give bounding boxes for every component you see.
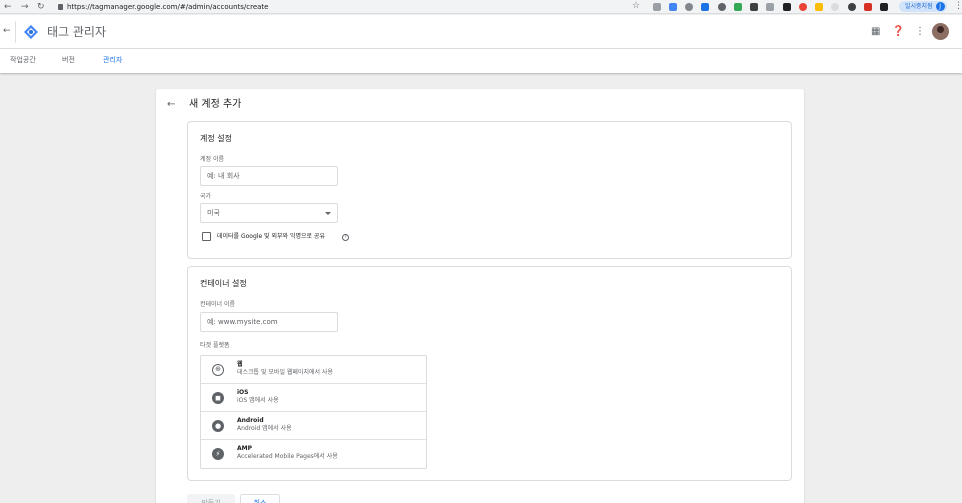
extension-icon[interactable]: [718, 3, 726, 11]
section-title: 계정 설정: [200, 134, 232, 143]
globe-icon: ⊕: [212, 364, 224, 376]
platform-desc: 데스크톱 및 모바일 웹페이지에서 사용: [237, 369, 333, 376]
ios-icon: ◼: [212, 392, 224, 404]
extension-icon[interactable]: [815, 3, 823, 11]
back-arrow-icon[interactable]: ←: [3, 26, 11, 36]
create-button[interactable]: 만들기: [187, 494, 235, 503]
country-select[interactable]: 미국: [200, 203, 338, 223]
tab-versions[interactable]: 버전: [62, 55, 75, 66]
section-title: 컨테이너 설정: [200, 279, 247, 288]
avatar[interactable]: [932, 23, 949, 40]
container-settings-section: 컨테이너 설정 컨테이너 이름 예: www.mysite.com 타겟 플랫폼…: [187, 266, 792, 481]
platform-option-android[interactable]: ● Android Android 앱에서 사용: [201, 412, 426, 440]
page-title: 새 계정 추가: [189, 99, 242, 110]
platform-desc: Android 앱에서 사용: [237, 425, 292, 432]
nav-tabs: 작업공간 버전 관리자: [0, 49, 962, 73]
target-platform-label: 타겟 플랫폼: [200, 342, 230, 349]
bookmark-star-icon[interactable]: ☆: [632, 0, 640, 13]
browser-menu-icon[interactable]: ⋮: [954, 0, 962, 13]
browser-back-icon[interactable]: ←: [4, 1, 12, 13]
app-title: 태그 관리자: [47, 25, 107, 39]
share-data-label: 데이터를 Google 및 외부와 익명으로 공유: [217, 233, 325, 240]
extension-icon[interactable]: [831, 3, 839, 11]
amp-icon: ⚡: [212, 448, 224, 460]
reload-icon[interactable]: ↻: [37, 1, 45, 13]
container-name-placeholder: 예: www.mysite.com: [207, 318, 278, 326]
country-label: 국가: [200, 193, 212, 200]
tab-workspace[interactable]: 작업공간: [10, 55, 36, 66]
url-text: https://tagmanager.google.com/#/admin/ac…: [67, 3, 269, 11]
app-header: ← 태그 관리자 ▦ ❓ ⋮: [0, 15, 962, 49]
address-bar[interactable]: https://tagmanager.google.com/#/admin/ac…: [54, 1, 644, 13]
chevron-down-icon: [325, 212, 331, 215]
container-name-label: 컨테이너 이름: [200, 301, 236, 308]
tab-admin[interactable]: 관리자: [103, 55, 122, 66]
extension-icon[interactable]: [701, 3, 709, 11]
extension-icon[interactable]: [750, 3, 758, 11]
extension-icon[interactable]: [880, 3, 888, 11]
browser-toolbar: ← → ↻ https://tagmanager.google.com/#/ad…: [0, 0, 962, 14]
extension-icon[interactable]: [685, 3, 693, 11]
account-name-input[interactable]: 예: 내 회사: [200, 166, 338, 186]
android-icon: ●: [212, 420, 224, 432]
browser-forward-icon[interactable]: →: [21, 1, 29, 13]
account-name-label: 계정 이름: [200, 156, 224, 163]
extension-icon[interactable]: [848, 3, 856, 11]
account-settings-section: 계정 설정 계정 이름 예: 내 회사 국가 미국 데이터를 Google 및 …: [187, 121, 792, 259]
platform-name: Android: [237, 417, 264, 424]
platform-desc: iOS 앱에서 사용: [237, 397, 279, 404]
create-account-card: ← 새 계정 추가 계정 설정 계정 이름 예: 내 회사 국가 미국 데이터를…: [156, 89, 804, 503]
extension-icon[interactable]: [653, 3, 661, 11]
extension-icon[interactable]: [783, 3, 791, 11]
help-circle-icon[interactable]: ?: [342, 234, 349, 241]
more-menu-icon[interactable]: ⋮: [915, 26, 925, 38]
platform-list: ⊕ 웹 데스크톱 및 모바일 웹페이지에서 사용 ◼ iOS iOS 앱에서 사…: [200, 355, 427, 469]
account-name-placeholder: 예: 내 회사: [207, 172, 240, 180]
extension-icon[interactable]: [864, 3, 872, 11]
extension-icon[interactable]: [799, 3, 807, 11]
back-arrow-icon[interactable]: ←: [167, 99, 175, 110]
extension-icon[interactable]: [734, 3, 742, 11]
extension-icon[interactable]: [766, 3, 774, 11]
platform-option-ios[interactable]: ◼ iOS iOS 앱에서 사용: [201, 384, 426, 412]
profile-chip[interactable]: 일시중지됨 J: [899, 1, 947, 12]
share-data-checkbox[interactable]: [202, 232, 211, 241]
platform-option-amp[interactable]: ⚡ AMP Accelerated Mobile Pages에서 사용: [201, 440, 426, 468]
platform-desc: Accelerated Mobile Pages에서 사용: [237, 453, 338, 460]
lock-icon: [58, 4, 63, 10]
platform-option-web[interactable]: ⊕ 웹 데스크톱 및 모바일 웹페이지에서 사용: [201, 356, 426, 384]
platform-name: 웹: [237, 361, 243, 368]
country-value: 미국: [207, 209, 220, 217]
cancel-button[interactable]: 취소: [240, 494, 280, 503]
tag-manager-logo-icon: [24, 25, 38, 39]
header-divider: [15, 21, 16, 43]
profile-status: 일시중지됨: [905, 3, 933, 10]
container-name-input[interactable]: 예: www.mysite.com: [200, 312, 338, 332]
platform-name: iOS: [237, 389, 249, 396]
apps-grid-icon[interactable]: ▦: [871, 26, 880, 38]
profile-avatar: J: [935, 2, 945, 11]
platform-name: AMP: [237, 445, 253, 452]
extension-icon[interactable]: [669, 3, 677, 11]
help-icon[interactable]: ❓: [892, 26, 904, 38]
